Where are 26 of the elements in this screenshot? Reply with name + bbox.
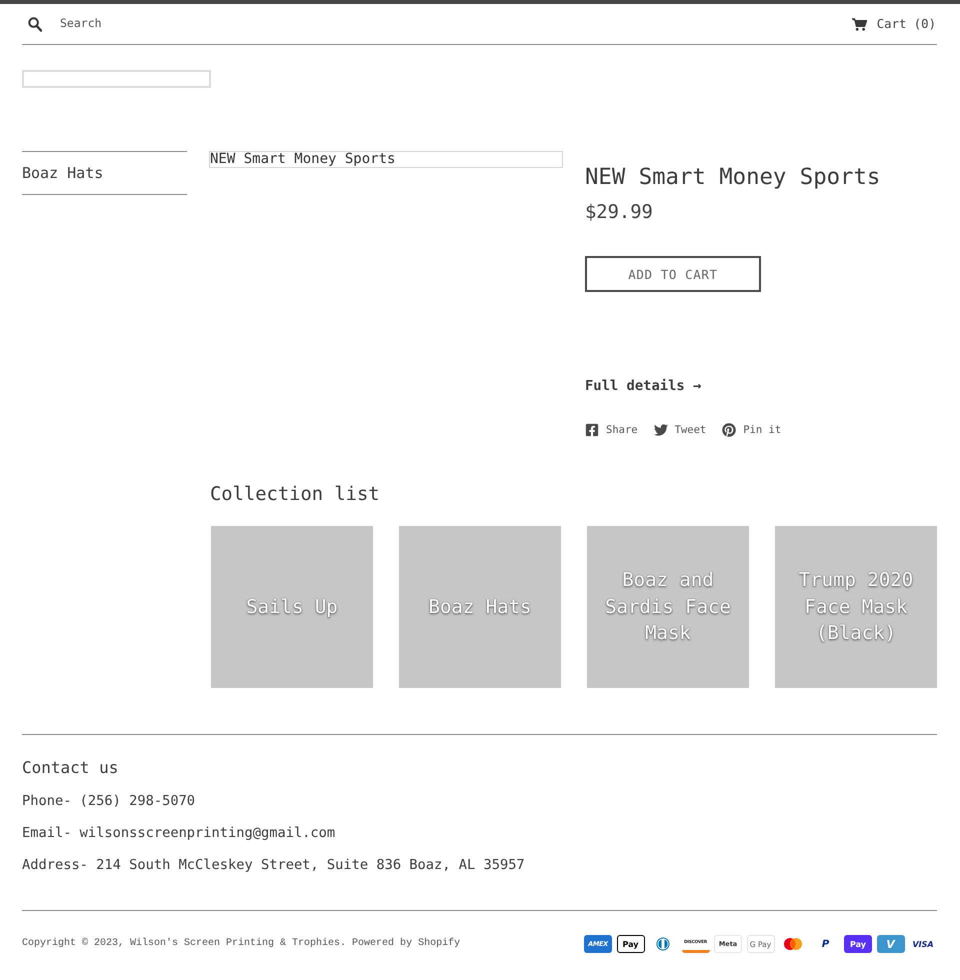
product-price: $29.99: [585, 201, 653, 225]
cart-link[interactable]: Cart (0): [852, 17, 937, 31]
contact-line: Phone- (256) 298-5070: [22, 792, 196, 810]
add-to-cart-button[interactable]: ADD TO CART: [585, 256, 761, 292]
apple-pay-logo: Pay: [616, 935, 644, 953]
contact-line: Address- 214 South McCleskey Street, Suite 836 Boaz, AL 35957: [22, 856, 526, 874]
product-image-alt-text: NEW Smart Money Sports: [209, 151, 563, 168]
contact-line: Email- wilsonsscreenprinting@gmail.com: [22, 824, 336, 842]
share-link[interactable]: Pin it: [722, 422, 782, 438]
cart-icon: [852, 18, 867, 30]
contact-heading: Contact us: [22, 758, 120, 778]
product-title: NEW Smart Money Sports: [585, 163, 880, 191]
shop-pay-logo: Pay: [844, 935, 872, 953]
share-link[interactable]: Share: [585, 422, 638, 438]
section-title: Collection list: [210, 483, 381, 507]
venmo-logo: V: [876, 935, 904, 953]
search-button[interactable]: [28, 16, 42, 32]
twitter-icon: [654, 423, 668, 437]
search-icon: [28, 16, 42, 32]
share-link[interactable]: Tweet: [654, 422, 706, 438]
facebook-icon: [585, 423, 599, 437]
sidebar-link[interactable]: Boaz Hats: [22, 152, 187, 194]
search-field[interactable]: Search: [60, 14, 280, 32]
full-details-link[interactable]: Full details →: [585, 376, 702, 396]
pinterest-icon: [722, 423, 736, 437]
copyright-text: Copyright © 2023, Wilson's Screen Printing & Trophies. Powered by Shopify: [22, 937, 460, 951]
